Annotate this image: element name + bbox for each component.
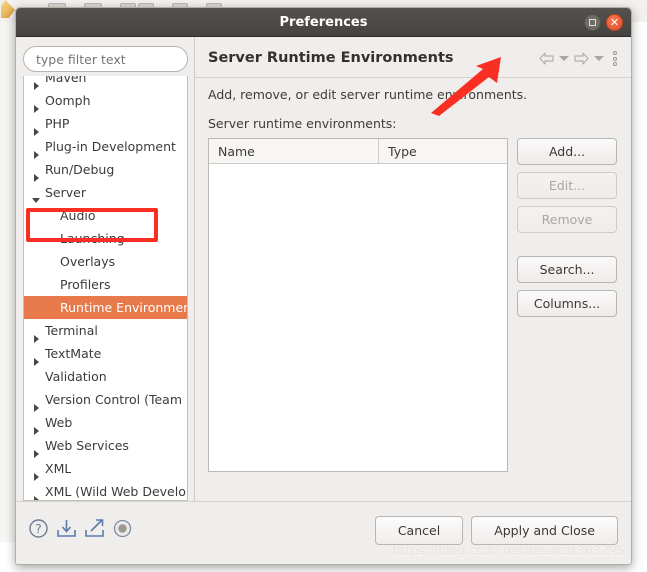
sidebar-item-maven[interactable]: Maven	[24, 76, 187, 90]
sidebar-item-server[interactable]: Server	[24, 181, 187, 204]
preferences-dialog: Preferences ✕ Maven Oomph PHP Plug-in Devel…	[15, 7, 632, 565]
page-nav-icons	[539, 51, 617, 66]
close-icon[interactable]: ✕	[606, 14, 623, 31]
export-icon[interactable]	[84, 518, 105, 539]
button-group-spacer	[517, 240, 617, 249]
sidebar-item-label: Launching	[60, 231, 125, 246]
add-button[interactable]: Add...	[517, 138, 617, 165]
sidebar-item-version-control-team[interactable]: Version Control (Team	[24, 388, 187, 412]
watermark-text: https://blog.csdn.net/bearcat303295	[392, 543, 625, 558]
sidebar-item-label: TextMate	[45, 346, 102, 361]
cancel-button[interactable]: Cancel	[374, 516, 464, 545]
page-title: Server Runtime Environments	[208, 50, 454, 66]
sidebar-item-plug-in-development[interactable]: Plug-in Development	[24, 135, 187, 159]
sidebar-item-label: Maven	[45, 76, 87, 85]
footer-buttons: Cancel Apply and Close	[374, 516, 618, 545]
help-icon[interactable]: ?	[28, 518, 49, 539]
sidebar-item-label: Audio	[60, 208, 96, 223]
filter-input[interactable]	[23, 46, 188, 72]
sidebar-item-label: Runtime Environment	[60, 300, 187, 315]
remove-button: Remove	[517, 206, 617, 233]
record-icon[interactable]	[112, 518, 133, 539]
sidebar-item-textmate[interactable]: TextMate	[24, 342, 187, 366]
eclipse-logo-icon	[1, 0, 15, 18]
search-button[interactable]: Search...	[517, 256, 617, 283]
preferences-tree[interactable]: Maven Oomph PHP Plug-in Development Run/Debu…	[23, 76, 188, 501]
back-chevron-down-icon[interactable]	[559, 56, 569, 61]
sidebar-item-label: Server	[45, 185, 86, 200]
svg-text:?: ?	[35, 522, 41, 536]
table-label: Server runtime environments:	[208, 116, 397, 131]
action-button-column: Add... Edit... Remove Search... Columns...	[517, 138, 617, 317]
page-header: Server Runtime Environments	[208, 49, 617, 68]
preference-page: Server Runtime Environments Add, remove,…	[194, 37, 631, 501]
sidebar-item-label: XML	[45, 461, 72, 476]
sidebar-item-label: Web	[45, 415, 73, 430]
sidebar-item-label: PHP	[45, 116, 70, 131]
back-arrow-icon[interactable]	[539, 52, 554, 65]
sidebar-item-xml[interactable]: XML	[24, 457, 187, 481]
dialog-titlebar: Preferences ✕	[16, 8, 631, 37]
import-icon[interactable]	[56, 518, 77, 539]
sidebar-item-web[interactable]: Web	[24, 411, 187, 435]
sidebar-item-label: Profilers	[60, 277, 111, 292]
footer-icon-group: ?	[28, 518, 133, 539]
window-controls: ✕	[584, 14, 623, 31]
apply-and-close-button[interactable]: Apply and Close	[471, 516, 618, 545]
sidebar-item-overlays[interactable]: Overlays	[24, 250, 187, 273]
sidebar-item-label: Oomph	[45, 93, 91, 108]
sidebar-item-terminal[interactable]: Terminal	[24, 319, 187, 343]
sidebar-item-label: Overlays	[60, 254, 116, 269]
sidebar-item-label: Version Control (Team	[45, 392, 183, 407]
sidebar-item-oomph[interactable]: Oomph	[24, 89, 187, 113]
sidebar-item-audio[interactable]: Audio	[24, 204, 187, 227]
sidebar-item-label: Validation	[45, 369, 107, 384]
forward-arrow-icon[interactable]	[574, 52, 589, 65]
page-description: Add, remove, or edit server runtime envi…	[208, 87, 528, 102]
dialog-footer: ? Cancel Apply and Close https://blog.cs…	[16, 501, 631, 564]
forward-chevron-down-icon[interactable]	[594, 56, 604, 61]
sidebar-item-run-debug[interactable]: Run/Debug	[24, 158, 187, 182]
dialog-title: Preferences	[279, 15, 368, 30]
sidebar-item-label: XML (Wild Web Develo	[45, 484, 186, 499]
sidebar-item-label: Plug-in Development	[45, 139, 176, 154]
column-header-type[interactable]: Type	[379, 139, 507, 163]
columns-button[interactable]: Columns...	[517, 290, 617, 317]
preferences-sidebar: Maven Oomph PHP Plug-in Development Run/Debu…	[16, 37, 194, 501]
sidebar-item-profilers[interactable]: Profilers	[24, 273, 187, 296]
runtime-environments-table[interactable]: Name Type	[208, 138, 508, 472]
sidebar-item-php[interactable]: PHP	[24, 112, 187, 136]
sidebar-item-label: Run/Debug	[45, 162, 115, 177]
sidebar-item-web-services[interactable]: Web Services	[24, 434, 187, 458]
dialog-body: Maven Oomph PHP Plug-in Development Run/Debu…	[16, 37, 631, 501]
column-header-name[interactable]: Name	[209, 139, 379, 163]
sidebar-item-launching[interactable]: Launching	[24, 227, 187, 250]
sidebar-item-validation[interactable]: Validation	[24, 365, 187, 388]
sidebar-item-label: Terminal	[45, 323, 98, 338]
header-divider	[195, 77, 631, 78]
sidebar-item-xml-wild-web-develo[interactable]: XML (Wild Web Develo	[24, 480, 187, 500]
edit-button: Edit...	[517, 172, 617, 199]
vertical-dots-icon[interactable]	[613, 51, 617, 66]
table-and-buttons: Name Type Add... Edit... Remove Search... Co…	[208, 138, 617, 472]
maximize-icon[interactable]	[584, 14, 601, 31]
sidebar-item-runtime-environment[interactable]: Runtime Environment	[24, 296, 187, 319]
sidebar-item-label: Web Services	[45, 438, 129, 453]
table-header-row: Name Type	[209, 139, 507, 164]
